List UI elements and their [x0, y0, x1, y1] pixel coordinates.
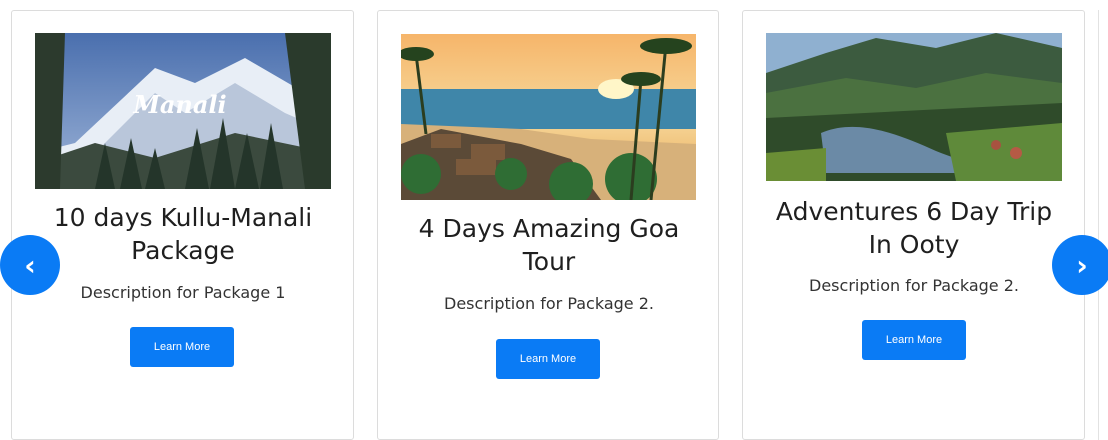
manali-image-label: Manali: [132, 90, 226, 119]
ooty-lake-image: [766, 33, 1062, 181]
package-description: Description for Package 1: [80, 283, 286, 302]
package-title: 4 Days Amazing Goa Tour: [418, 214, 680, 276]
learn-more-button[interactable]: Learn More: [862, 320, 966, 360]
package-card-goa: 4 Days Amazing Goa Tour Description for …: [377, 10, 719, 440]
carousel-next-button[interactable]: ›: [1052, 235, 1108, 295]
learn-more-button[interactable]: Learn More: [496, 339, 600, 379]
package-title: 10 days Kullu-Manali Package: [53, 203, 313, 265]
chevron-left-icon: ‹: [24, 248, 36, 282]
learn-more-button[interactable]: Learn More: [130, 327, 234, 367]
manali-mountain-image: Manali: [35, 33, 331, 189]
next-card-edge: [1098, 10, 1108, 440]
package-description: Description for Package 2.: [444, 294, 654, 313]
package-description: Description for Package 2.: [809, 276, 1019, 295]
goa-beach-image: [401, 34, 696, 200]
package-card-ooty: Adventures 6 Day Trip In Ooty Descriptio…: [742, 10, 1085, 440]
carousel-prev-button[interactable]: ‹: [0, 235, 60, 295]
chevron-right-icon: ›: [1076, 248, 1088, 282]
package-title: Adventures 6 Day Trip In Ooty: [775, 197, 1053, 259]
package-card-manali: Manali 10 days Kullu-Manali Package Desc…: [11, 10, 354, 440]
